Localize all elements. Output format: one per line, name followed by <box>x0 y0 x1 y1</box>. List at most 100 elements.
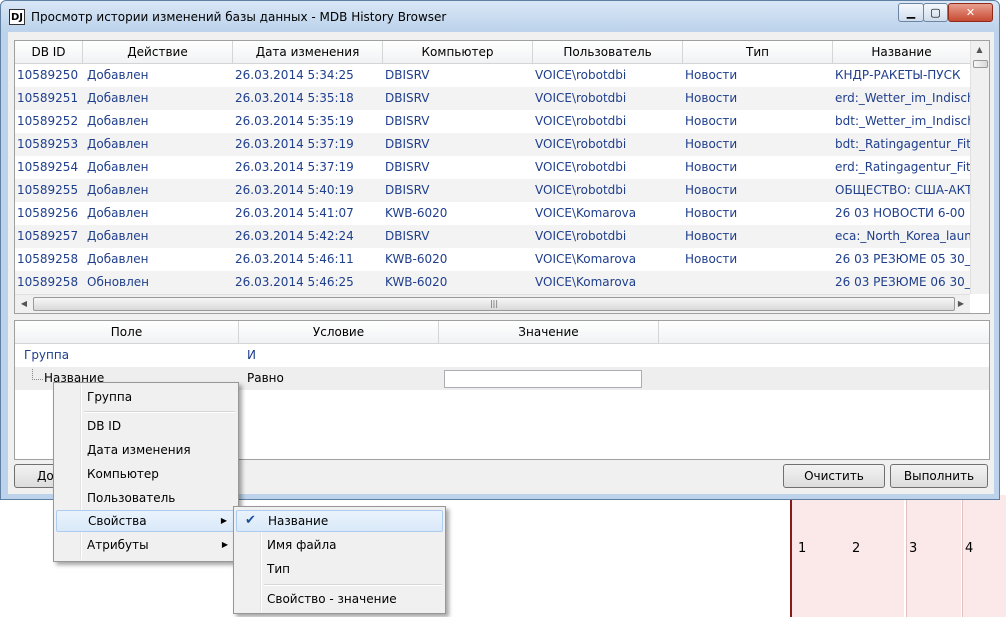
cell-action: Добавлен <box>87 114 149 128</box>
minimize-icon: ▁ <box>906 6 916 19</box>
background-spreadsheet: 1 2 3 4 <box>780 495 1006 617</box>
cell-name: erd:_Wetter_im_Indischen <box>835 91 970 105</box>
cell-db-id: 10589250 <box>17 68 79 82</box>
background-column-number: 4 <box>965 541 974 556</box>
menu-item-user[interactable]: Пользователь <box>56 487 236 509</box>
tree-line-icon <box>32 369 43 380</box>
cell-name: erd:_Ratingagentur_Fitch_ <box>835 160 970 174</box>
menu-item-date[interactable]: Дата изменения <box>56 439 236 461</box>
submenu-item-property-value[interactable]: Свойство - значение <box>236 588 443 610</box>
menu-item-group[interactable]: Группа <box>56 386 236 408</box>
cell-type: Новости <box>685 160 738 174</box>
cell-date: 26.03.2014 5:42:24 <box>235 229 354 243</box>
column-header-date[interactable]: Дата изменения <box>233 41 383 63</box>
table-row[interactable]: 10589255 Добавлен 26.03.2014 5:40:19 DBISRV… <box>15 179 970 202</box>
cell-date: 26.03.2014 5:35:18 <box>235 91 354 105</box>
horizontal-scroll-thumb[interactable]: ||| <box>33 297 955 311</box>
menu-item-properties[interactable]: Свойства ▶ <box>56 510 236 532</box>
scroll-up-arrow-icon[interactable]: ▲ <box>971 41 988 58</box>
table-row[interactable]: 10589258 Обновлен 26.03.2014 5:46:25 KWB-60… <box>15 271 970 294</box>
filter-column-field[interactable]: Поле <box>15 321 239 343</box>
cell-name: bdt:_Ratingagentur_Fitch_ <box>835 137 970 151</box>
background-column-number: 3 <box>909 541 918 556</box>
filter-column-condition[interactable]: Условие <box>239 321 439 343</box>
close-button[interactable]: ✕ <box>948 3 993 22</box>
cell-name: 26 03 НОВОСТИ 6-00 <box>835 206 966 220</box>
background-column: 4 <box>962 495 1006 617</box>
column-header-action[interactable]: Действие <box>83 41 233 63</box>
menu-item-computer[interactable]: Компьютер <box>56 463 236 485</box>
clear-button[interactable]: Очистить <box>783 464 885 488</box>
grid-body: 10589250 Добавлен 26.03.2014 5:34:25 DBISRV… <box>15 64 970 294</box>
menu-item-attributes-label: Атрибуты <box>87 538 149 552</box>
table-row[interactable]: 10589252 Добавлен 26.03.2014 5:35:19 DBISRV… <box>15 110 970 133</box>
cell-action: Добавлен <box>87 68 149 82</box>
column-header-name[interactable]: Название <box>833 41 970 63</box>
background-column-number: 2 <box>852 541 861 556</box>
vertical-scroll-thumb[interactable] <box>973 60 988 68</box>
column-header-user[interactable]: Пользователь <box>533 41 683 63</box>
table-row[interactable]: 10589258 Добавлен 26.03.2014 5:46:11 KWB-60… <box>15 248 970 271</box>
cell-type: Новости <box>685 252 738 266</box>
cell-user: VOICE\Komarova <box>535 206 637 220</box>
context-menu: Группа DB ID Дата изменения Компьютер По… <box>53 382 239 562</box>
grid-header: DB ID Действие Дата изменения Компьютер … <box>15 41 970 64</box>
menu-item-properties-label: Свойства <box>88 514 147 528</box>
cell-db-id: 10589255 <box>17 183 79 197</box>
submenu-item-name[interactable]: ✔ Название <box>236 510 443 532</box>
cell-db-id: 10589253 <box>17 137 79 151</box>
filter-group-condition[interactable]: И <box>247 344 256 367</box>
cell-action: Добавлен <box>87 206 149 220</box>
table-row[interactable]: 10589256 Добавлен 26.03.2014 5:41:07 KWB-60… <box>15 202 970 225</box>
title-bar[interactable]: DJ Просмотр истории изменений базы данны… <box>1 1 1001 33</box>
cell-user: VOICE\robotdbi <box>535 160 627 174</box>
menu-separator <box>264 584 442 586</box>
filter-value-input[interactable] <box>444 370 642 388</box>
cell-action: Добавлен <box>87 160 149 174</box>
cell-date: 26.03.2014 5:35:19 <box>235 114 354 128</box>
cell-type <box>685 271 830 294</box>
cell-date: 26.03.2014 5:37:19 <box>235 160 354 174</box>
column-header-type[interactable]: Тип <box>683 41 833 63</box>
horizontal-scrollbar[interactable]: ◀ ||| ▶ <box>15 294 970 313</box>
cell-date: 26.03.2014 5:46:25 <box>235 275 354 289</box>
table-row[interactable]: 10589254 Добавлен 26.03.2014 5:37:19 DBISRV… <box>15 156 970 179</box>
cell-user: VOICE\Komarova <box>535 252 637 266</box>
table-row[interactable]: 10589251 Добавлен 26.03.2014 5:35:18 DBISRV… <box>15 87 970 110</box>
filter-row-condition[interactable]: Равно <box>247 367 284 390</box>
cell-db-id: 10589257 <box>17 229 79 243</box>
vertical-scrollbar[interactable]: ▲ <box>970 41 989 294</box>
cell-date: 26.03.2014 5:37:19 <box>235 137 354 151</box>
cell-user: VOICE\robotdbi <box>535 68 627 82</box>
menu-item-db-id[interactable]: DB ID <box>56 415 236 437</box>
filter-column-value[interactable]: Значение <box>439 321 659 343</box>
scroll-left-arrow-icon[interactable]: ◀ <box>17 295 31 312</box>
close-icon: ✕ <box>965 6 976 19</box>
cell-db-id: 10589252 <box>17 114 79 128</box>
cell-computer: KWB-6020 <box>385 252 448 266</box>
filter-group-row[interactable]: Группа И <box>15 344 989 367</box>
maximize-button[interactable]: ▢ <box>923 3 948 22</box>
column-header-db-id[interactable]: DB ID <box>15 41 83 63</box>
cell-user: VOICE\robotdbi <box>535 137 627 151</box>
table-row[interactable]: 10589257 Добавлен 26.03.2014 5:42:24 DBISRV… <box>15 225 970 248</box>
submenu-item-filename[interactable]: Имя файла <box>236 534 443 556</box>
submenu-item-type[interactable]: Тип <box>236 558 443 580</box>
run-button[interactable]: Выполнить <box>890 464 988 488</box>
submenu-arrow-icon: ▶ <box>220 516 227 525</box>
cell-name: ОБЩЕСТВО: США-АКТЕР <box>835 183 970 197</box>
cell-computer: DBISRV <box>385 91 430 105</box>
table-row[interactable]: 10589250 Добавлен 26.03.2014 5:34:25 DBISRV… <box>15 64 970 87</box>
cell-db-id: 10589258 <box>17 275 79 289</box>
scroll-right-arrow-icon[interactable]: ▶ <box>954 295 968 312</box>
background-column: 1 <box>790 495 852 617</box>
menu-item-attributes[interactable]: Атрибуты ▶ <box>56 534 236 556</box>
cell-name: КНДР-РАКЕТЫ-ПУСК <box>835 68 961 82</box>
cell-date: 26.03.2014 5:34:25 <box>235 68 354 82</box>
cell-user: VOICE\robotdbi <box>535 183 627 197</box>
minimize-button[interactable]: ▁ <box>898 3 924 22</box>
cell-action: Добавлен <box>87 91 149 105</box>
table-row[interactable]: 10589253 Добавлен 26.03.2014 5:37:19 DBISRV… <box>15 133 970 156</box>
column-header-computer[interactable]: Компьютер <box>383 41 533 63</box>
filter-group-field: Группа <box>24 348 70 362</box>
